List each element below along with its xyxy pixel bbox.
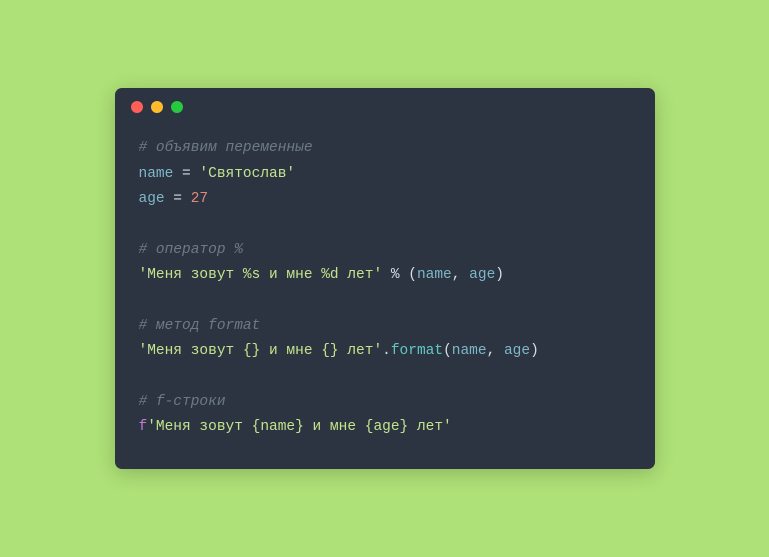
code-token: 'Меня зовут %s и мне %d лет': [139, 267, 383, 283]
code-token: (: [443, 343, 452, 359]
window-titlebar: [115, 88, 655, 126]
code-token: name: [417, 267, 452, 283]
code-token: # оператор %: [139, 242, 243, 258]
code-token: =: [173, 166, 199, 182]
code-token: age: [469, 267, 495, 283]
code-token: ,: [487, 343, 504, 359]
code-token: % (: [382, 267, 417, 283]
code-token: # объявим переменные: [139, 140, 313, 156]
code-token: name: [452, 343, 487, 359]
code-token: f: [139, 419, 148, 435]
code-token: 27: [191, 191, 208, 207]
code-token: age: [139, 191, 165, 207]
code-token: ,: [452, 267, 469, 283]
code-token: 'Меня зовут {name} и мне {age} лет': [147, 419, 452, 435]
code-token: .: [382, 343, 391, 359]
close-icon[interactable]: [131, 101, 143, 113]
code-token: 'Святослав': [199, 166, 295, 182]
code-token: ): [495, 267, 504, 283]
code-token: age: [504, 343, 530, 359]
code-editor-window: # объявим переменные name = 'Святослав' …: [115, 88, 655, 469]
code-token: # метод format: [139, 318, 261, 334]
code-token: 'Меня зовут {} и мне {} лет': [139, 343, 383, 359]
code-token: ): [530, 343, 539, 359]
code-token: =: [165, 191, 191, 207]
code-token: name: [139, 166, 174, 182]
code-token: # f-строки: [139, 394, 226, 410]
minimize-icon[interactable]: [151, 101, 163, 113]
code-token: format: [391, 343, 443, 359]
code-content: # объявим переменные name = 'Святослав' …: [115, 126, 655, 469]
maximize-icon[interactable]: [171, 101, 183, 113]
